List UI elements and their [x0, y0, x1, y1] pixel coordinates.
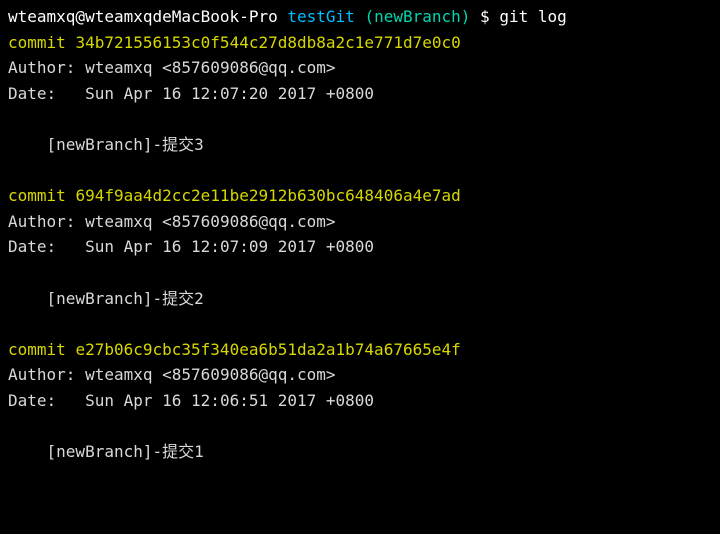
- commit-message-line: [newBranch]-提交1: [8, 439, 712, 465]
- current-directory: testGit: [287, 7, 354, 26]
- commit-entry: commit 694f9aa4d2cc2e11be2912b630bc64840…: [8, 183, 712, 337]
- user-host: wteamxq@wteamxqdeMacBook-Pro: [8, 7, 278, 26]
- blank-line: [8, 106, 712, 132]
- commit-date-line: Date: Sun Apr 16 12:07:09 2017 +0800: [8, 234, 712, 260]
- commit-date-line: Date: Sun Apr 16 12:06:51 2017 +0800: [8, 388, 712, 414]
- prompt-dollar: $: [480, 7, 490, 26]
- blank-line: [8, 414, 712, 440]
- blank-line: [8, 260, 712, 286]
- commit-date-line: Date: Sun Apr 16 12:07:20 2017 +0800: [8, 81, 712, 107]
- blank-line: [8, 158, 712, 184]
- commit-author-line: Author: wteamxq <857609086@qq.com>: [8, 209, 712, 235]
- blank-line: [8, 311, 712, 337]
- commit-hash-line: commit e27b06c9cbc35f340ea6b51da2a1b74a6…: [8, 337, 712, 363]
- commit-hash-line: commit 694f9aa4d2cc2e11be2912b630bc64840…: [8, 183, 712, 209]
- commit-author-line: Author: wteamxq <857609086@qq.com>: [8, 362, 712, 388]
- command-input: git log: [499, 7, 566, 26]
- git-log-output: commit 34b721556153c0f544c27d8db8a2c1e77…: [8, 30, 712, 465]
- commit-message-line: [newBranch]-提交2: [8, 286, 712, 312]
- commit-author-line: Author: wteamxq <857609086@qq.com>: [8, 55, 712, 81]
- git-branch: (newBranch): [364, 7, 470, 26]
- commit-hash-line: commit 34b721556153c0f544c27d8db8a2c1e77…: [8, 30, 712, 56]
- commit-message-line: [newBranch]-提交3: [8, 132, 712, 158]
- commit-entry: commit 34b721556153c0f544c27d8db8a2c1e77…: [8, 30, 712, 184]
- commit-entry: commit e27b06c9cbc35f340ea6b51da2a1b74a6…: [8, 337, 712, 465]
- shell-prompt-line[interactable]: wteamxq@wteamxqdeMacBook-Pro testGit (ne…: [8, 4, 712, 30]
